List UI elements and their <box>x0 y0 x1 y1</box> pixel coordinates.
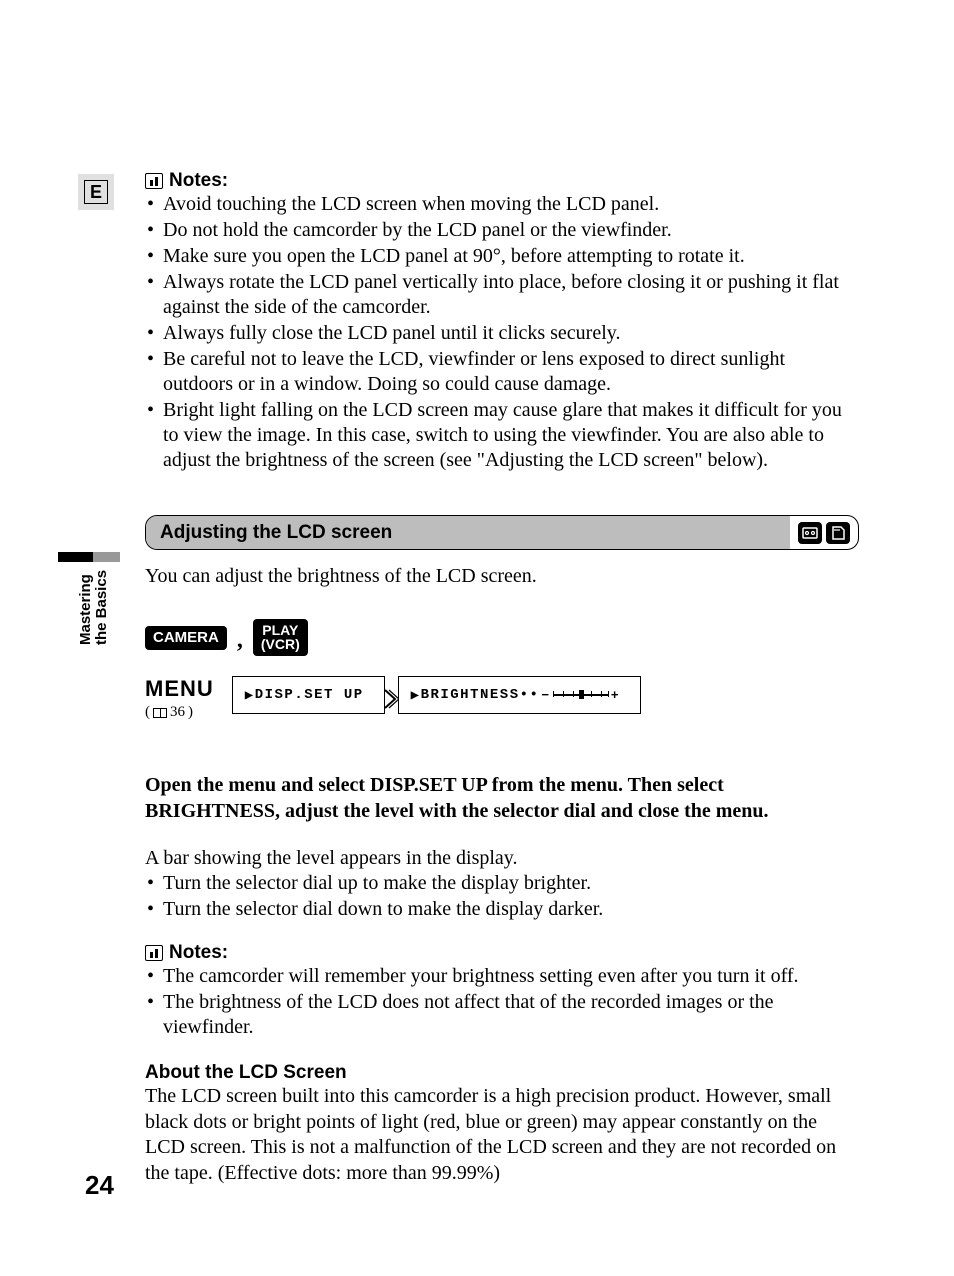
arrow-icon <box>383 688 399 710</box>
note-icon <box>145 945 163 961</box>
bullet-item: Turn the selector dial up to make the di… <box>145 871 859 896</box>
book-icon <box>153 708 167 718</box>
note-item: The camcorder will remember your brightn… <box>145 964 859 989</box>
instruction-text: Open the menu and select DISP.SET UP fro… <box>145 773 859 824</box>
card-icon <box>826 522 850 544</box>
menu-item-brightness: BRIGHTNESS <box>421 687 520 703</box>
page-number: 24 <box>85 1170 114 1201</box>
separator-comma: , <box>237 627 243 654</box>
note-item: Always fully close the LCD panel until i… <box>145 321 859 346</box>
brightness-slider: − + <box>541 688 620 703</box>
menu-step-disp-setup: ▶DISP.SET UP <box>232 676 385 714</box>
menu-label: MENU <box>145 676 214 702</box>
note-item: The brightness of the LCD does not affec… <box>145 990 859 1040</box>
note-item: Bright light falling on the LCD screen m… <box>145 398 859 473</box>
section-marker <box>58 552 120 562</box>
language-code: E <box>84 180 108 204</box>
notes-list-1: Avoid touching the LCD screen when movin… <box>145 192 859 473</box>
notes-block-2: Notes: The camcorder will remember your … <box>145 942 859 1040</box>
menu-item-disp: DISP.SET UP <box>255 687 364 703</box>
play-vcr-mode-badge: PLAY (VCR) <box>253 619 308 656</box>
body-paragraph: A bar showing the level appears in the d… <box>145 846 859 871</box>
vcr-label: (VCR) <box>261 636 300 652</box>
notes-list-2: The camcorder will remember your brightn… <box>145 964 859 1040</box>
section-icons <box>790 522 858 544</box>
note-item: Avoid touching the LCD screen when movin… <box>145 192 859 217</box>
cassette-icon <box>798 522 822 544</box>
note-item: Be careful not to leave the LCD, viewfin… <box>145 347 859 397</box>
side-label-line1: Mastering <box>77 574 94 645</box>
menu-path-row: MENU ( 36) ▶DISP.SET UP ▶BRIGHTNESS•• − <box>145 676 859 721</box>
notes-header-1: Notes: <box>145 170 859 192</box>
menu-label-group: MENU ( 36) <box>145 676 214 721</box>
adjust-bullets: Turn the selector dial up to make the di… <box>145 871 859 922</box>
side-label-line2: the Basics <box>93 570 110 645</box>
menu-step-brightness: ▶BRIGHTNESS•• − + <box>398 676 641 714</box>
mode-row: CAMERA , PLAY (VCR) <box>145 619 859 656</box>
note-icon <box>145 173 163 189</box>
language-tab: E <box>78 174 114 210</box>
bullet-item: Turn the selector dial down to make the … <box>145 897 859 922</box>
slider-marker <box>579 690 584 699</box>
manual-page: E Mastering the Basics Notes: Avoid touc… <box>0 0 954 1276</box>
about-heading: About the LCD Screen <box>145 1062 859 1084</box>
side-label: Mastering the Basics <box>78 570 110 645</box>
about-body: The LCD screen built into this camcorder… <box>145 1084 859 1186</box>
note-item: Do not hold the camcorder by the LCD pan… <box>145 218 859 243</box>
section-intro: You can adjust the brightness of the LCD… <box>145 564 859 589</box>
notes-label-2: Notes: <box>169 942 228 964</box>
menu-page-ref: ( 36) <box>145 704 214 721</box>
section-title: Adjusting the LCD screen <box>146 516 790 549</box>
plus-icon: + <box>611 688 620 703</box>
minus-icon: − <box>541 688 550 703</box>
camera-mode-badge: CAMERA <box>145 626 227 650</box>
notes-header-2: Notes: <box>145 942 859 964</box>
notes-label: Notes: <box>169 170 228 192</box>
note-item: Make sure you open the LCD panel at 90°,… <box>145 244 859 269</box>
slider-track <box>553 691 609 699</box>
note-item: Always rotate the LCD panel vertically i… <box>145 270 859 320</box>
menu-ref-number: 36 <box>170 704 185 721</box>
section-header: Adjusting the LCD screen <box>145 515 859 550</box>
